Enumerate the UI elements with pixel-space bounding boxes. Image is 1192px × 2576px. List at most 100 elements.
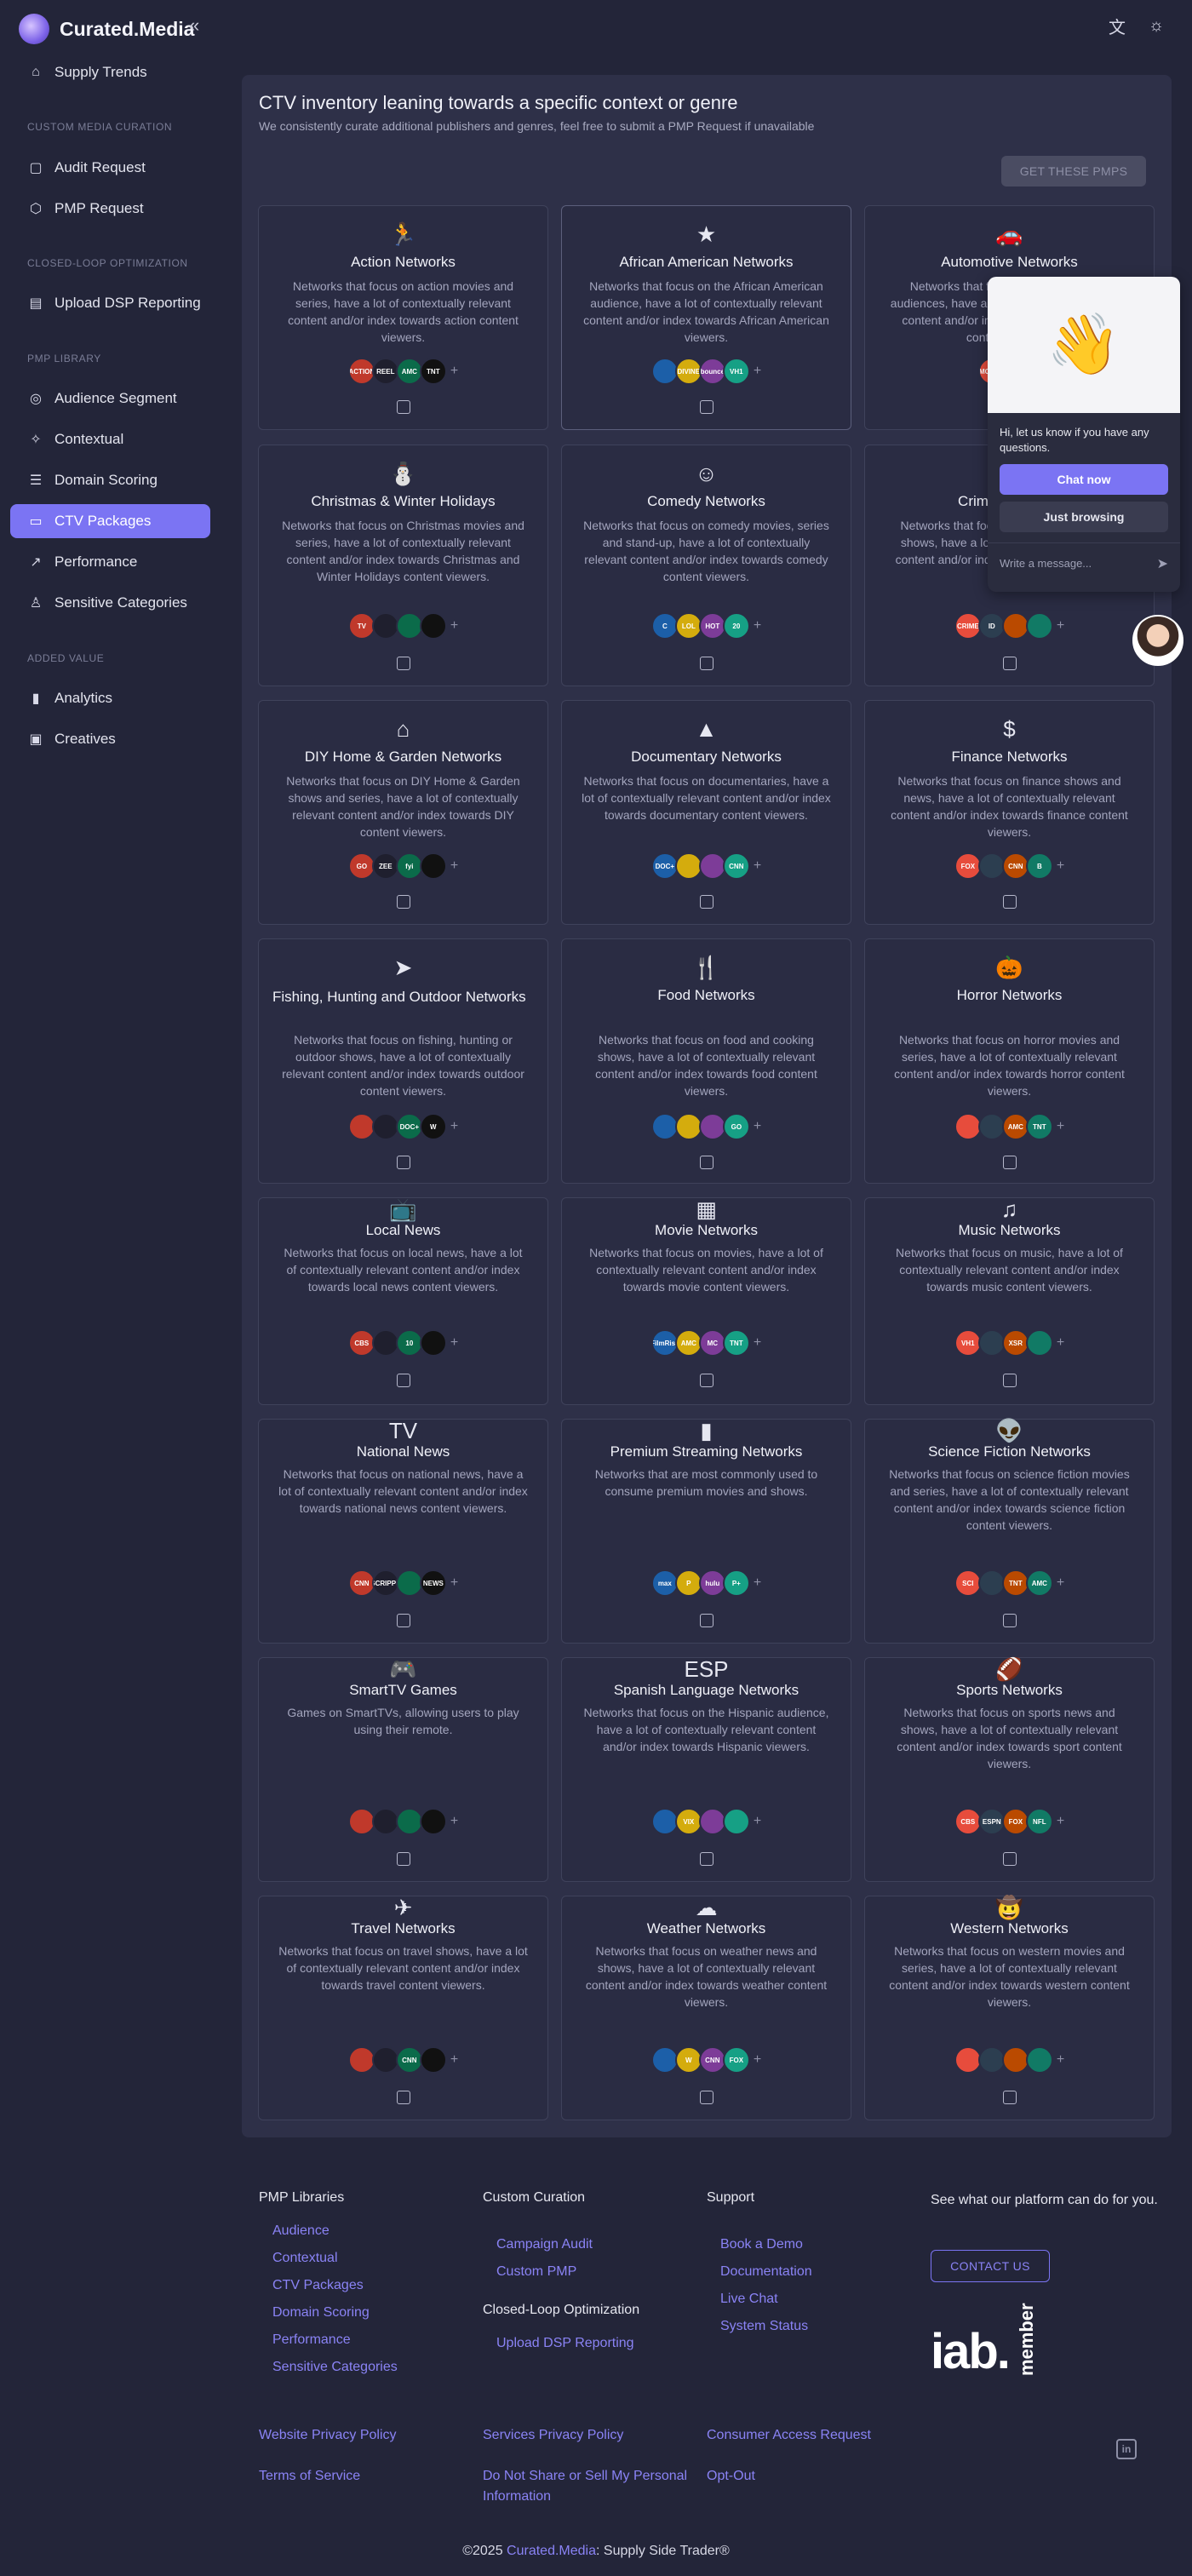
network-logos: FOX CNN B + xyxy=(865,852,1154,880)
chat-input[interactable]: Write a message... ➤ xyxy=(988,542,1180,583)
sidebar-item-creatives[interactable]: ▣ Creatives xyxy=(10,722,210,756)
ctv-package-card[interactable]: ▦ Movie Networks Networks that focus on mo… xyxy=(561,1196,851,1405)
card-select-checkbox[interactable] xyxy=(1002,1852,1017,1866)
card-select-checkbox[interactable] xyxy=(1002,895,1017,909)
chat-agent-avatar[interactable] xyxy=(1132,615,1183,666)
card-select-checkbox[interactable] xyxy=(1002,1374,1017,1387)
footer-link-book-demo[interactable]: Book a Demo xyxy=(720,2231,812,2258)
services-privacy-policy-link[interactable]: Services Privacy Policy xyxy=(483,2425,704,2446)
footer-link-live-chat[interactable]: Live Chat xyxy=(720,2286,812,2313)
card-select-checkbox[interactable] xyxy=(396,657,410,670)
footer-link-documentation[interactable]: Documentation xyxy=(720,2258,812,2286)
card-select-checkbox[interactable] xyxy=(396,1156,410,1169)
card-select-checkbox[interactable] xyxy=(396,400,410,414)
sidebar-item-supply-trends[interactable]: ⌂ Supply Trends xyxy=(10,55,210,89)
sidebar-item-audience-segment[interactable]: ◎ Audience Segment xyxy=(10,382,210,416)
section-pmp-library: PMP LIBRARY xyxy=(27,353,101,364)
sun-icon[interactable]: ☼ xyxy=(1146,15,1166,36)
footer-link-performance[interactable]: Performance xyxy=(272,2326,398,2354)
card-select-checkbox[interactable] xyxy=(1002,2091,1017,2104)
brand[interactable]: Curated.Media xyxy=(19,12,194,46)
ctv-package-card[interactable]: ▲ Documentary Networks Networks that focus… xyxy=(561,700,851,925)
network-logo: 20 xyxy=(722,612,750,640)
ctv-package-card[interactable]: ▮ Premium Streaming Networks Networks that… xyxy=(561,1418,851,1644)
card-select-checkbox[interactable] xyxy=(699,1614,713,1627)
chat-widget: 👋 Hi, let us know if you have any questi… xyxy=(988,277,1180,592)
more-networks-icon: + xyxy=(753,2052,762,2067)
card-select-checkbox[interactable] xyxy=(699,1156,713,1169)
card-select-checkbox[interactable] xyxy=(699,657,713,670)
card-select-checkbox[interactable] xyxy=(699,400,713,414)
card-description: Networks that focus on science fiction m… xyxy=(889,1467,1130,1532)
footer-link-ctv-packages[interactable]: CTV Packages xyxy=(272,2272,398,2299)
footer-link-system-status[interactable]: System Status xyxy=(720,2313,812,2340)
ctv-package-card[interactable]: ♫ Music Networks Networks that focus on mu… xyxy=(864,1196,1155,1405)
sidebar-item-analytics[interactable]: ▮ Analytics xyxy=(10,681,210,715)
ctv-package-card[interactable]: 👽 Science Fiction Networks Networks that f… xyxy=(864,1418,1155,1644)
sidebar-item-ctv-packages[interactable]: ▭ CTV Packages xyxy=(10,504,210,538)
ctv-package-card[interactable]: 🏃 Action Networks Networks that focus on a… xyxy=(258,205,548,430)
footer-link-contextual[interactable]: Contextual xyxy=(272,2245,398,2272)
ctv-package-card[interactable]: 🎮 SmartTV Games Games on SmartTVs, allowin… xyxy=(258,1656,548,1882)
ctv-package-card[interactable]: ⛄ Christmas & Winter Holidays Networks tha… xyxy=(258,445,548,686)
sidebar-item-audit-request[interactable]: ▢ Audit Request xyxy=(10,151,210,185)
card-select-checkbox[interactable] xyxy=(1002,1156,1017,1169)
card-select-checkbox[interactable] xyxy=(396,895,410,909)
footer-link-domain-scoring[interactable]: Domain Scoring xyxy=(272,2299,398,2326)
card-select-checkbox[interactable] xyxy=(396,1852,410,1866)
ctv-package-card[interactable]: 🤠 Western Networks Networks that focus on … xyxy=(864,1895,1155,2120)
footer-link-upload-dsp[interactable]: Upload DSP Reporting xyxy=(496,2330,639,2357)
ctv-package-card[interactable]: TV National News Networks that focus on na… xyxy=(258,1418,548,1644)
consumer-access-request-link[interactable]: Consumer Access Request xyxy=(707,2425,928,2446)
card-select-checkbox[interactable] xyxy=(396,2091,410,2104)
card-select-checkbox[interactable] xyxy=(1002,1614,1017,1627)
footer-link-audience[interactable]: Audience xyxy=(272,2217,398,2245)
card-select-checkbox[interactable] xyxy=(396,1374,410,1387)
card-description: Networks that focus on movies, have a lo… xyxy=(589,1246,823,1294)
contact-us-button[interactable]: CONTACT US xyxy=(931,2250,1050,2282)
translate-icon[interactable]: 文 xyxy=(1107,15,1127,37)
card-select-checkbox[interactable] xyxy=(1002,657,1017,670)
footer-link-custom-pmp[interactable]: Custom PMP xyxy=(496,2258,639,2286)
copyright-link[interactable]: Curated.Media xyxy=(507,2544,596,2558)
ctv-package-card[interactable]: ☁ Weather Networks Networks that focus on … xyxy=(561,1895,851,2120)
card-description: Networks that focus on action movies and… xyxy=(288,279,519,344)
collapse-sidebar-icon[interactable]: « xyxy=(189,16,208,36)
sidebar-item-performance[interactable]: ↗ Performance xyxy=(10,545,210,579)
terms-of-service-link[interactable]: Terms of Service xyxy=(259,2466,463,2487)
footer-link-campaign-audit[interactable]: Campaign Audit xyxy=(496,2231,639,2258)
sidebar-item-pmp-request[interactable]: ⬡ PMP Request xyxy=(10,192,210,226)
send-icon[interactable]: ➤ xyxy=(1157,555,1168,572)
sidebar: Curated.Media « ⌂ Supply Trends CUSTOM M… xyxy=(0,0,223,783)
ctv-package-card[interactable]: ✈ Travel Networks Networks that focus on t… xyxy=(258,1895,548,2120)
ctv-package-card[interactable]: ➤ Fishing, Hunting and Outdoor Networks Ne… xyxy=(258,938,548,1184)
card-select-checkbox[interactable] xyxy=(699,1374,713,1387)
opt-out-link[interactable]: Opt-Out xyxy=(707,2466,928,2487)
network-logos: DIVINE bounce VH1 + xyxy=(562,358,851,385)
sidebar-item-domain-scoring[interactable]: ☰ Domain Scoring xyxy=(10,463,210,497)
card-select-checkbox[interactable] xyxy=(396,1614,410,1627)
ctv-package-card[interactable]: 📺 Local News Networks that focus on local … xyxy=(258,1196,548,1405)
card-select-checkbox[interactable] xyxy=(699,895,713,909)
do-not-sell-link[interactable]: Do Not Share or Sell My Personal Informa… xyxy=(483,2466,704,2507)
sidebar-item-sensitive-categories[interactable]: ♙ Sensitive Categories xyxy=(10,586,210,620)
ctv-package-card[interactable]: ⌂ DIY Home & Garden Networks Networks that… xyxy=(258,700,548,925)
ctv-package-card[interactable]: 🎃 Horror Networks Networks that focus on h… xyxy=(864,938,1155,1184)
card-select-checkbox[interactable] xyxy=(699,1852,713,1866)
chat-now-button[interactable]: Chat now xyxy=(1000,464,1168,495)
ctv-package-card[interactable]: 🏈 Sports Networks Networks that focus on s… xyxy=(864,1656,1155,1882)
linkedin-icon[interactable]: in xyxy=(1116,2439,1137,2459)
sidebar-item-upload-dsp-reporting[interactable]: ▤ Upload DSP Reporting xyxy=(10,286,210,320)
just-browsing-button[interactable]: Just browsing xyxy=(1000,502,1168,532)
ctv-package-card[interactable]: ☺ Comedy Networks Networks that focus on c… xyxy=(561,445,851,686)
get-pmps-button[interactable]: GET THESE PMPS xyxy=(1001,156,1146,186)
ctv-package-card[interactable]: ★ African American Networks Networks that … xyxy=(561,205,851,430)
website-privacy-policy-link[interactable]: Website Privacy Policy xyxy=(259,2425,463,2446)
ctv-package-card[interactable]: 🍴 Food Networks Networks that focus on foo… xyxy=(561,938,851,1184)
list-icon: ☰ xyxy=(29,473,43,488)
footer-link-sensitive-categories[interactable]: Sensitive Categories xyxy=(272,2354,398,2381)
ctv-package-card[interactable]: $ Finance Networks Networks that focus on … xyxy=(864,700,1155,925)
ctv-package-card[interactable]: ESP Spanish Language Networks Networks tha… xyxy=(561,1656,851,1882)
sidebar-item-contextual[interactable]: ✧ Contextual xyxy=(10,422,210,456)
card-select-checkbox[interactable] xyxy=(699,2091,713,2104)
